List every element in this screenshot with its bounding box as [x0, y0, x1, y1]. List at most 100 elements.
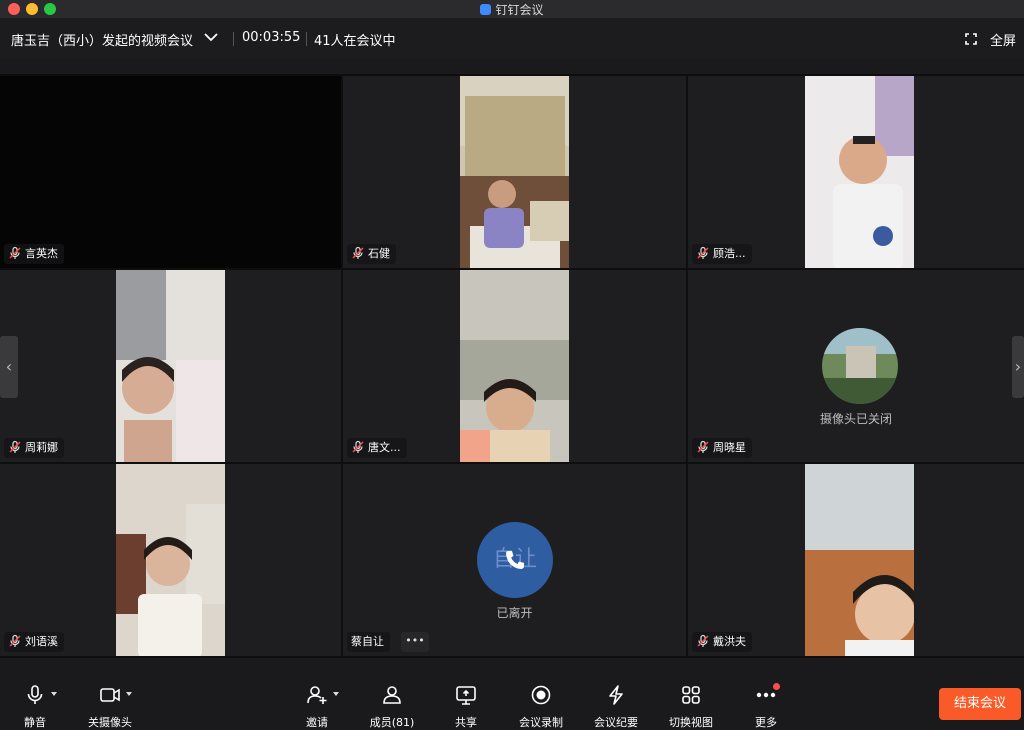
video-grid: 言英杰 石健 顾浩... 周莉娜 唐文... 摄像头已关闭 周晓星 刘语溪 自让…: [0, 74, 1024, 658]
divider: [306, 32, 307, 46]
participant-tile[interactable]: 自让 已离开 蔡自让 •••: [343, 464, 686, 656]
participant-name-tag: 唐文...: [347, 438, 407, 458]
participant-name: 石健: [368, 247, 390, 260]
participant-name-tag: 顾浩...: [692, 244, 752, 264]
phone-icon: [506, 551, 524, 569]
participant-tile[interactable]: 刘语溪: [0, 464, 341, 656]
muted-mic-icon: [9, 246, 21, 259]
participant-tile[interactable]: 顾浩...: [688, 76, 1024, 268]
participant-name-tag: 言英杰: [4, 244, 64, 264]
participant-video: [116, 464, 225, 656]
camera-label: 关摄像头: [88, 716, 132, 729]
members-label: 成员(81): [369, 716, 415, 729]
participant-name-tag: 刘语溪: [4, 632, 64, 652]
video-frame-image: [805, 76, 914, 268]
mic-options-caret[interactable]: [51, 692, 57, 696]
meeting-info-bar: 唐玉吉（西小）发起的视频会议 00:03:55 41人在会议中 全屏: [0, 18, 1024, 58]
muted-mic-icon: [352, 440, 364, 453]
invite-options-caret[interactable]: [333, 692, 339, 696]
previous-page-button[interactable]: ‹: [0, 336, 18, 398]
more-icon: •••: [405, 634, 425, 647]
participant-tile[interactable]: 摄像头已关闭 周晓星: [688, 270, 1024, 462]
participant-name-tag: 戴洪夫: [692, 632, 752, 652]
muted-mic-icon: [9, 634, 21, 647]
participant-name-tag: 蔡自让: [347, 632, 390, 652]
muted-mic-icon: [697, 246, 709, 259]
participant-name: 蔡自让: [351, 635, 384, 648]
record-button[interactable]: 会议录制: [511, 684, 571, 730]
meeting-toolbar: 静音 关摄像头 邀请 成员(81) 共享 会议录制 会议纪要 切换视图 更多: [0, 676, 1024, 729]
window-title-text: 钉钉会议: [495, 3, 544, 17]
window-title: 钉钉会议: [0, 1, 1024, 18]
share-button[interactable]: 共享: [436, 684, 496, 730]
record-label: 会议录制: [519, 716, 563, 729]
more-label: 更多: [755, 716, 777, 729]
avatar-image: [822, 328, 898, 404]
participant-name: 顾浩...: [713, 247, 746, 260]
participant-video: [460, 76, 569, 268]
tile-more-button[interactable]: •••: [401, 632, 429, 652]
divider: [233, 32, 234, 46]
dingtalk-logo-icon: [480, 4, 492, 15]
participant-tile[interactable]: 唐文...: [343, 270, 686, 462]
camera-off-status: 摄像头已关闭: [819, 412, 892, 426]
invite-label: 邀请: [306, 716, 328, 729]
minutes-button[interactable]: 会议纪要: [586, 684, 646, 730]
chevron-down-icon[interactable]: [204, 32, 218, 42]
meeting-name[interactable]: 唐玉吉（西小）发起的视频会议: [11, 30, 193, 49]
more-button[interactable]: 更多: [736, 684, 796, 730]
participant-name-tag: 周莉娜: [4, 438, 64, 458]
members-button[interactable]: 成员(81): [362, 684, 422, 730]
invite-button[interactable]: 邀请: [287, 684, 347, 730]
participant-tile[interactable]: 言英杰: [0, 76, 341, 268]
muted-mic-icon: [697, 440, 709, 453]
avatar: [822, 328, 898, 404]
minutes-label: 会议纪要: [594, 716, 638, 729]
participant-tile[interactable]: 周莉娜: [0, 270, 341, 462]
notification-dot: [773, 683, 780, 690]
chevron-right-icon: ›: [1014, 357, 1022, 376]
participant-name-tag: 石健: [347, 244, 396, 264]
participant-name: 周晓星: [713, 441, 746, 454]
share-screen-icon: [456, 686, 476, 705]
muted-mic-icon: [352, 246, 364, 259]
next-page-button[interactable]: ›: [1012, 336, 1024, 398]
chevron-left-icon: ‹: [5, 357, 13, 376]
share-label: 共享: [455, 716, 477, 729]
participant-name: 戴洪夫: [713, 635, 746, 648]
left-meeting-status: 已离开: [496, 606, 533, 620]
switch-view-button[interactable]: 切换视图: [661, 684, 721, 730]
video-frame-image: [460, 270, 569, 462]
window-titlebar: 钉钉会议: [0, 0, 1024, 18]
add-person-icon: [307, 686, 327, 704]
fullscreen-icon[interactable]: [965, 33, 977, 45]
minutes-icon: [609, 685, 623, 705]
participant-video: [805, 464, 914, 656]
end-meeting-button[interactable]: 结束会议: [939, 688, 1021, 720]
participant-video: [805, 76, 914, 268]
video-frame-image: [116, 270, 225, 462]
camera-options-caret[interactable]: [126, 692, 132, 696]
mute-button[interactable]: 静音: [5, 684, 65, 730]
record-icon: [531, 685, 551, 705]
participant-video: [460, 270, 569, 462]
participant-name: 唐文...: [368, 441, 401, 454]
participant-tile[interactable]: 戴洪夫: [688, 464, 1024, 656]
camera-icon: [100, 688, 120, 702]
switch-view-label: 切换视图: [669, 716, 713, 729]
participant-name: 周莉娜: [25, 441, 58, 454]
participant-name: 刘语溪: [25, 635, 58, 648]
video-frame-image: [805, 464, 914, 656]
camera-toggle-button[interactable]: 关摄像头: [80, 684, 140, 730]
muted-mic-icon: [9, 440, 21, 453]
grid-view-icon: [682, 686, 700, 704]
meeting-timer: 00:03:55: [242, 30, 301, 45]
avatar: 自让: [477, 522, 553, 598]
microphone-icon: [27, 685, 43, 704]
fullscreen-button[interactable]: 全屏: [990, 30, 1016, 49]
participant-video: [116, 270, 225, 462]
participant-name: 言英杰: [25, 247, 58, 260]
video-frame-image: [116, 464, 225, 656]
participant-tile[interactable]: 石健: [343, 76, 686, 268]
participant-count: 41人在会议中: [314, 34, 396, 49]
